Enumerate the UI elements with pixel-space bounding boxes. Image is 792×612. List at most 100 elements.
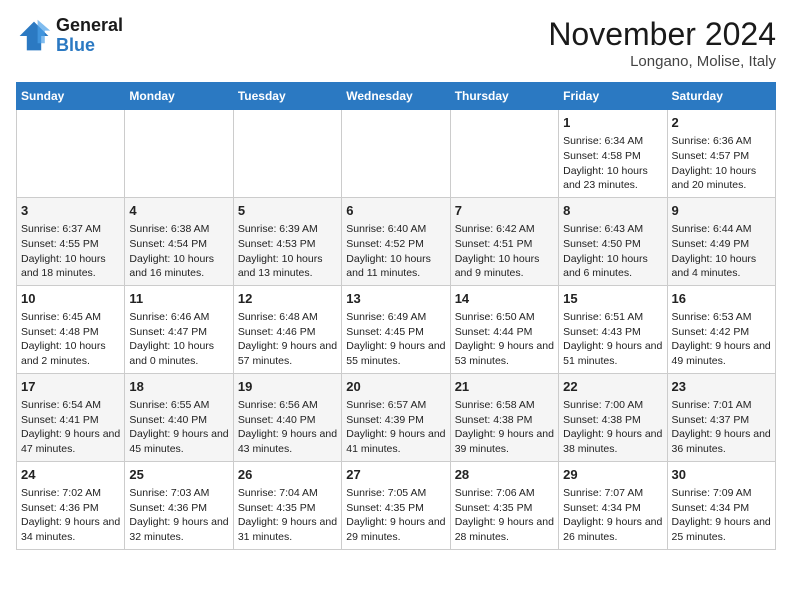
day-cell: 7 Sunrise: 6:42 AM Sunset: 4:51 PM Daylig… bbox=[450, 197, 558, 285]
day-info: Sunrise: 7:06 AM Sunset: 4:35 PM Dayligh… bbox=[455, 486, 554, 545]
day-cell: 16Sunrise: 6:53 AM Sunset: 4:42 PM Dayli… bbox=[667, 285, 775, 373]
day-info: Sunrise: 6:34 AM Sunset: 4:58 PM Dayligh… bbox=[563, 134, 662, 193]
day-cell: 18 Sunrise: 6:55 AM Sunset: 4:40 PM Dayli… bbox=[125, 373, 233, 461]
day-info: Sunrise: 6:57 AM Sunset: 4:39 PM Dayligh… bbox=[346, 398, 445, 457]
day-number: 26 bbox=[238, 466, 337, 484]
logo: General Blue bbox=[16, 16, 123, 56]
day-cell: 24 Sunrise: 7:02 AM Sunset: 4:36 PM Dayli… bbox=[17, 461, 125, 549]
header-row: SundayMondayTuesdayWednesdayThursdayFrid… bbox=[17, 83, 776, 110]
day-number: 25 bbox=[129, 466, 228, 484]
day-number: 27 bbox=[346, 466, 445, 484]
day-cell: 11 Sunrise: 6:46 AM Sunset: 4:47 PM Dayli… bbox=[125, 285, 233, 373]
week-row-2: 3Sunrise: 6:37 AM Sunset: 4:55 PM Daylig… bbox=[17, 197, 776, 285]
day-info: Sunrise: 6:46 AM Sunset: 4:47 PM Dayligh… bbox=[129, 310, 228, 369]
day-cell: 8Sunrise: 6:43 AM Sunset: 4:50 PM Daylig… bbox=[559, 197, 667, 285]
header-day-wednesday: Wednesday bbox=[342, 83, 450, 110]
page-header: General Blue November 2024 Longano, Moli… bbox=[16, 16, 776, 70]
day-number: 2 bbox=[672, 114, 771, 132]
day-cell: 10 Sunrise: 6:45 AM Sunset: 4:48 PM Dayli… bbox=[17, 285, 125, 373]
day-cell: 12 Sunrise: 6:48 AM Sunset: 4:46 PM Dayli… bbox=[233, 285, 341, 373]
day-info: Sunrise: 6:49 AM Sunset: 4:45 PM Dayligh… bbox=[346, 310, 445, 369]
day-cell: 9 Sunrise: 6:44 AM Sunset: 4:49 PM Daylig… bbox=[667, 197, 775, 285]
day-number: 8 bbox=[563, 202, 662, 220]
day-info: Sunrise: 6:45 AM Sunset: 4:48 PM Dayligh… bbox=[21, 310, 120, 369]
day-number: 30 bbox=[672, 466, 771, 484]
day-info: Sunrise: 7:00 AM Sunset: 4:38 PM Dayligh… bbox=[563, 398, 662, 457]
day-number: 14 bbox=[455, 290, 554, 308]
day-info: Sunrise: 7:02 AM Sunset: 4:36 PM Dayligh… bbox=[21, 486, 120, 545]
day-number: 6 bbox=[346, 202, 445, 220]
day-cell: 22 Sunrise: 7:00 AM Sunset: 4:38 PM Dayli… bbox=[559, 373, 667, 461]
day-info: Sunrise: 6:44 AM Sunset: 4:49 PM Dayligh… bbox=[672, 222, 771, 281]
day-cell: 4 Sunrise: 6:38 AM Sunset: 4:54 PM Daylig… bbox=[125, 197, 233, 285]
day-cell bbox=[233, 110, 341, 198]
day-cell: 20 Sunrise: 6:57 AM Sunset: 4:39 PM Dayli… bbox=[342, 373, 450, 461]
logo-line1: General bbox=[56, 15, 123, 35]
day-number: 22 bbox=[563, 378, 662, 396]
day-cell: 30 Sunrise: 7:09 AM Sunset: 4:34 PM Dayli… bbox=[667, 461, 775, 549]
header-day-friday: Friday bbox=[559, 83, 667, 110]
day-cell: 19 Sunrise: 6:56 AM Sunset: 4:40 PM Dayli… bbox=[233, 373, 341, 461]
header-day-saturday: Saturday bbox=[667, 83, 775, 110]
day-number: 12 bbox=[238, 290, 337, 308]
day-info: Sunrise: 6:42 AM Sunset: 4:51 PM Dayligh… bbox=[455, 222, 554, 281]
day-info: Sunrise: 6:54 AM Sunset: 4:41 PM Dayligh… bbox=[21, 398, 120, 457]
header-day-tuesday: Tuesday bbox=[233, 83, 341, 110]
day-cell bbox=[342, 110, 450, 198]
header-day-thursday: Thursday bbox=[450, 83, 558, 110]
day-number: 7 bbox=[455, 202, 554, 220]
day-number: 1 bbox=[563, 114, 662, 132]
day-cell: 6 Sunrise: 6:40 AM Sunset: 4:52 PM Daylig… bbox=[342, 197, 450, 285]
day-info: Sunrise: 6:38 AM Sunset: 4:54 PM Dayligh… bbox=[129, 222, 228, 281]
day-info: Sunrise: 6:40 AM Sunset: 4:52 PM Dayligh… bbox=[346, 222, 445, 281]
day-cell: 23Sunrise: 7:01 AM Sunset: 4:37 PM Dayli… bbox=[667, 373, 775, 461]
header-day-monday: Monday bbox=[125, 83, 233, 110]
day-cell: 29Sunrise: 7:07 AM Sunset: 4:34 PM Dayli… bbox=[559, 461, 667, 549]
day-number: 13 bbox=[346, 290, 445, 308]
logo-line2: Blue bbox=[56, 35, 95, 55]
day-info: Sunrise: 7:07 AM Sunset: 4:34 PM Dayligh… bbox=[563, 486, 662, 545]
week-row-5: 24 Sunrise: 7:02 AM Sunset: 4:36 PM Dayli… bbox=[17, 461, 776, 549]
day-info: Sunrise: 6:55 AM Sunset: 4:40 PM Dayligh… bbox=[129, 398, 228, 457]
day-info: Sunrise: 6:36 AM Sunset: 4:57 PM Dayligh… bbox=[672, 134, 771, 193]
day-number: 11 bbox=[129, 290, 228, 308]
day-info: Sunrise: 6:39 AM Sunset: 4:53 PM Dayligh… bbox=[238, 222, 337, 281]
day-info: Sunrise: 7:01 AM Sunset: 4:37 PM Dayligh… bbox=[672, 398, 771, 457]
day-info: Sunrise: 6:58 AM Sunset: 4:38 PM Dayligh… bbox=[455, 398, 554, 457]
day-number: 9 bbox=[672, 202, 771, 220]
day-info: Sunrise: 6:48 AM Sunset: 4:46 PM Dayligh… bbox=[238, 310, 337, 369]
day-number: 20 bbox=[346, 378, 445, 396]
day-number: 16 bbox=[672, 290, 771, 308]
header-day-sunday: Sunday bbox=[17, 83, 125, 110]
day-number: 28 bbox=[455, 466, 554, 484]
day-number: 18 bbox=[129, 378, 228, 396]
day-info: Sunrise: 6:51 AM Sunset: 4:43 PM Dayligh… bbox=[563, 310, 662, 369]
day-cell: 17 Sunrise: 6:54 AM Sunset: 4:41 PM Dayli… bbox=[17, 373, 125, 461]
day-info: Sunrise: 6:56 AM Sunset: 4:40 PM Dayligh… bbox=[238, 398, 337, 457]
day-cell: 21Sunrise: 6:58 AM Sunset: 4:38 PM Dayli… bbox=[450, 373, 558, 461]
week-row-4: 17 Sunrise: 6:54 AM Sunset: 4:41 PM Dayli… bbox=[17, 373, 776, 461]
day-number: 5 bbox=[238, 202, 337, 220]
day-number: 24 bbox=[21, 466, 120, 484]
day-cell: 2 Sunrise: 6:36 AM Sunset: 4:57 PM Daylig… bbox=[667, 110, 775, 198]
day-cell bbox=[450, 110, 558, 198]
day-number: 19 bbox=[238, 378, 337, 396]
day-cell: 13 Sunrise: 6:49 AM Sunset: 4:45 PM Dayli… bbox=[342, 285, 450, 373]
day-number: 17 bbox=[21, 378, 120, 396]
week-row-1: 1 Sunrise: 6:34 AM Sunset: 4:58 PM Daylig… bbox=[17, 110, 776, 198]
calendar-body: 1 Sunrise: 6:34 AM Sunset: 4:58 PM Daylig… bbox=[17, 110, 776, 550]
day-cell bbox=[17, 110, 125, 198]
calendar-header: SundayMondayTuesdayWednesdayThursdayFrid… bbox=[17, 83, 776, 110]
day-cell: 5 Sunrise: 6:39 AM Sunset: 4:53 PM Daylig… bbox=[233, 197, 341, 285]
day-number: 4 bbox=[129, 202, 228, 220]
day-info: Sunrise: 7:09 AM Sunset: 4:34 PM Dayligh… bbox=[672, 486, 771, 545]
logo-icon bbox=[16, 18, 52, 54]
day-cell: 26Sunrise: 7:04 AM Sunset: 4:35 PM Dayli… bbox=[233, 461, 341, 549]
month-title: November 2024 bbox=[548, 16, 776, 53]
day-cell: 3Sunrise: 6:37 AM Sunset: 4:55 PM Daylig… bbox=[17, 197, 125, 285]
day-cell: 27Sunrise: 7:05 AM Sunset: 4:35 PM Dayli… bbox=[342, 461, 450, 549]
day-number: 10 bbox=[21, 290, 120, 308]
calendar-table: SundayMondayTuesdayWednesdayThursdayFrid… bbox=[16, 82, 776, 550]
location-subtitle: Longano, Molise, Italy bbox=[548, 53, 776, 70]
day-info: Sunrise: 6:50 AM Sunset: 4:44 PM Dayligh… bbox=[455, 310, 554, 369]
